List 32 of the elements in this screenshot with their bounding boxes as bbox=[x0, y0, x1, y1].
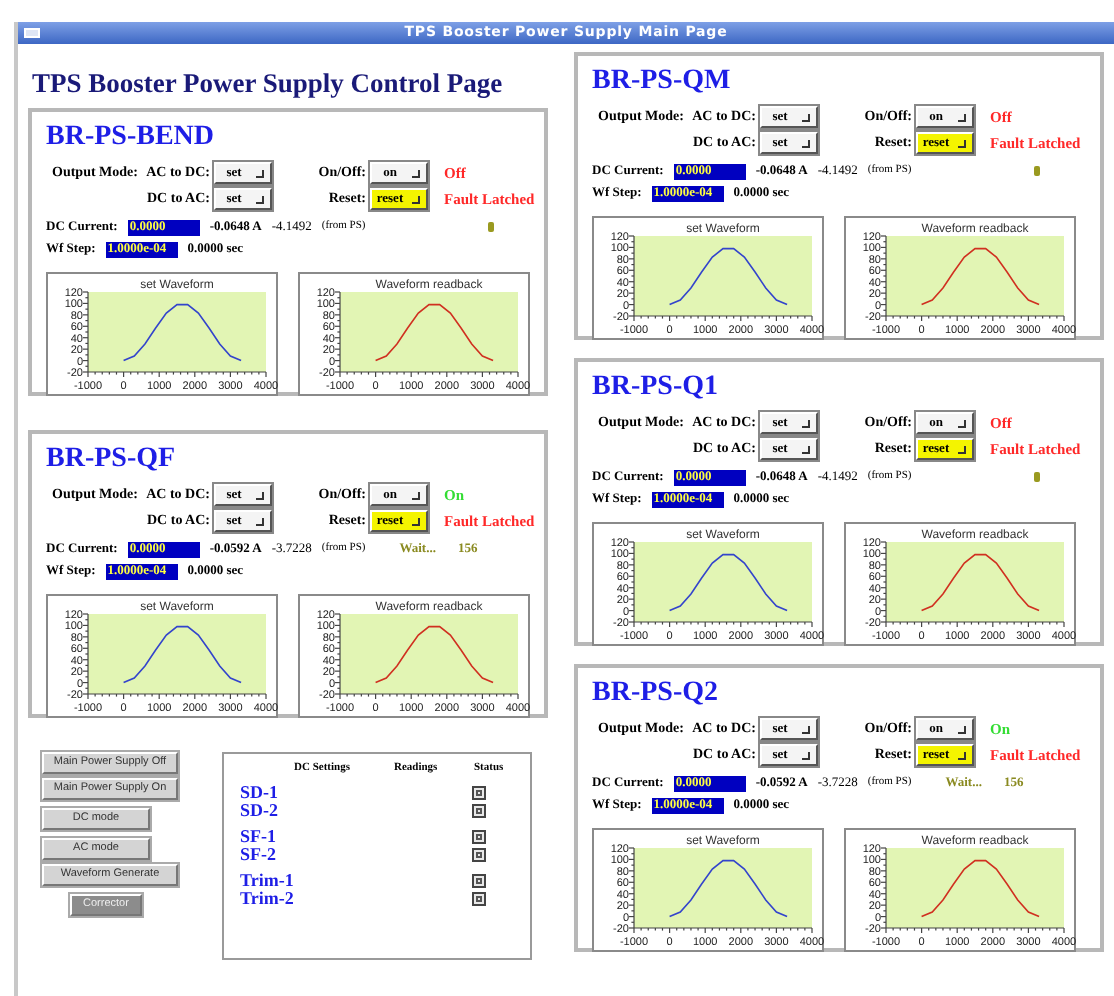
y-axis bbox=[334, 291, 341, 373]
y-axis bbox=[628, 235, 635, 317]
magnet-name[interactable]: SD-2 bbox=[240, 802, 279, 820]
y-axis bbox=[880, 847, 887, 929]
waveform-line bbox=[668, 859, 788, 918]
y-axis bbox=[880, 235, 887, 317]
y-axis bbox=[334, 613, 341, 695]
magnet-name[interactable]: Trim-1 bbox=[240, 872, 294, 890]
y-axis bbox=[82, 613, 89, 695]
panel-title: BR-PS-Q2 bbox=[592, 678, 720, 710]
panel-title: BR-PS-QF bbox=[46, 444, 178, 476]
y-axis bbox=[82, 291, 89, 373]
magnet-name[interactable]: SD-1 bbox=[240, 784, 279, 802]
waveform-line bbox=[920, 859, 1040, 918]
waveform-line bbox=[122, 625, 242, 684]
magnet-name[interactable]: Trim-2 bbox=[240, 890, 294, 908]
waveform-line bbox=[920, 247, 1040, 306]
magnet-name[interactable]: SF-1 bbox=[240, 828, 276, 846]
panel-title: BR-PS-Q1 bbox=[592, 372, 720, 404]
y-axis bbox=[628, 541, 635, 623]
panel-title: BR-PS-QM bbox=[592, 66, 733, 98]
y-axis bbox=[880, 541, 887, 623]
y-axis bbox=[628, 847, 635, 929]
waveform-line bbox=[374, 303, 494, 362]
waveform-line bbox=[920, 553, 1040, 612]
waveform-line bbox=[668, 553, 788, 612]
magnet-name[interactable]: SF-2 bbox=[240, 846, 276, 864]
panel-title: BR-PS-BEND bbox=[46, 122, 217, 154]
waveform-line bbox=[122, 303, 242, 362]
waveform-line bbox=[668, 247, 788, 306]
waveform-line bbox=[374, 625, 494, 684]
page-title: TPS Booster Power Supply Control Page bbox=[32, 66, 505, 100]
